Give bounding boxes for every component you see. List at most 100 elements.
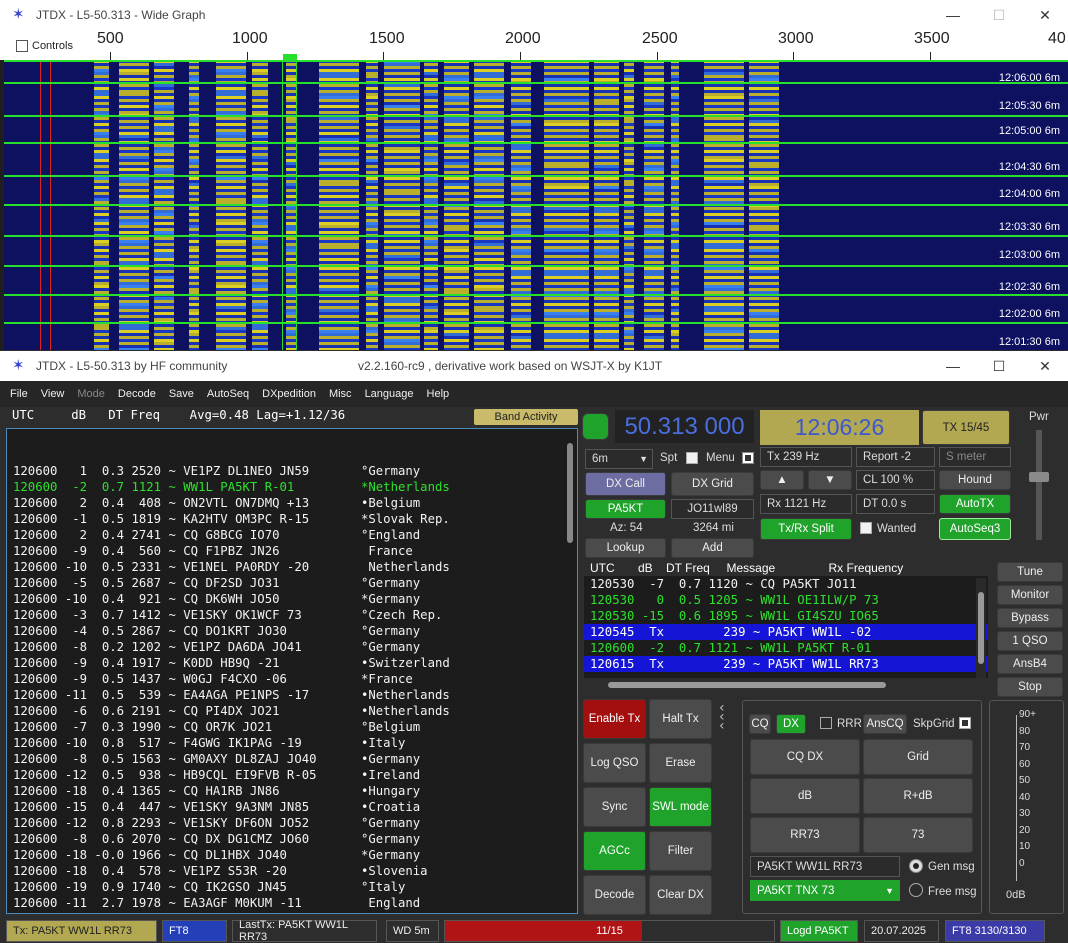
menu-checkbox[interactable] <box>742 452 754 464</box>
monitor-button[interactable]: Monitor <box>997 585 1063 605</box>
decode-row[interactable]: 120600 -9 0.4 560 ~ CQ F1PBZ JN26 France <box>13 543 577 559</box>
enable-tx-button[interactable]: Enable Tx <box>583 699 646 739</box>
menu-dxpedition[interactable]: DXpedition <box>262 388 316 400</box>
menu-misc[interactable]: Misc <box>329 388 352 400</box>
rx-row[interactable]: 120600 -2 0.7 1121 ~ WW1L PA5KT R-01 <box>590 640 988 656</box>
gen-msg-field[interactable]: PA5KT WW1L RR73 <box>750 856 900 877</box>
rr73-button[interactable]: RR73 <box>750 817 860 853</box>
tune-button[interactable]: Tune <box>997 562 1063 582</box>
menu-language[interactable]: Language <box>365 388 414 400</box>
lookup-button[interactable]: Lookup <box>585 538 666 558</box>
rx-row[interactable]: 120530 0 0.5 1205 ~ WW1L OE1ILW/P 73 <box>590 592 988 608</box>
ansb4-button[interactable]: AnsB4 <box>997 654 1063 674</box>
db-button[interactable]: dB <box>750 778 860 814</box>
report-field[interactable]: Report -2 <box>856 447 935 467</box>
decode-row[interactable]: 120600 -8 0.6 2070 ~ CQ DX DG1CMZ JO60 °… <box>13 831 577 847</box>
cq-dx-button[interactable]: CQ DX <box>750 739 860 775</box>
rx-vertical-scrollbar[interactable] <box>976 578 986 678</box>
rx-frequency-list[interactable]: 120530 -7 0.7 1120 ~ CQ PA5KT JO11 120530… <box>584 576 988 678</box>
r-db-button[interactable]: R+dB <box>863 778 973 814</box>
stop-button[interactable]: Stop <box>997 677 1063 697</box>
cq-tab-button[interactable]: CQ <box>749 714 771 734</box>
menu-file[interactable]: File <box>10 388 28 400</box>
down-arrow-icon[interactable]: ▼ <box>808 470 852 490</box>
maximize-button[interactable]: ☐ <box>976 351 1022 381</box>
decode-row[interactable]: 120600 -4 0.5 2867 ~ CQ DO1KRT JO30 °Ger… <box>13 623 577 639</box>
decode-button[interactable]: Decode <box>583 875 646 915</box>
gen-msg-radio[interactable] <box>909 859 923 873</box>
erase-button[interactable]: Erase <box>649 743 712 783</box>
up-arrow-icon[interactable]: ▲ <box>760 470 804 490</box>
decode-row[interactable]: 120600 -9 0.5 1437 ~ W0GJ F4CXO -06 *Fra… <box>13 671 577 687</box>
clear-dx-button[interactable]: Clear DX <box>649 875 712 915</box>
menu-save[interactable]: Save <box>169 388 194 400</box>
menu-mode[interactable]: Mode <box>77 388 105 400</box>
skpgrid-checkbox[interactable] <box>959 717 971 729</box>
decode-row[interactable]: 120600 -10 0.4 921 ~ CQ DK6WH JO50 *Germ… <box>13 591 577 607</box>
filter-button[interactable]: Filter <box>649 831 712 871</box>
rx-row[interactable]: 120615 Tx 239 ~ PA5KT WW1L RR73 <box>584 656 988 672</box>
decode-row[interactable]: 120600 -12 0.5 938 ~ HB9CQL EI9FVB R-05 … <box>13 767 577 783</box>
hound-button[interactable]: Hound <box>939 470 1011 490</box>
decode-row[interactable]: 120600 -15 0.4 447 ~ VE1SKY 9A3NM JN85 •… <box>13 799 577 815</box>
minimize-button[interactable]: — <box>930 351 976 381</box>
maximize-button[interactable]: ☐ <box>976 0 1022 30</box>
rx-horizontal-scrollbar[interactable] <box>590 680 972 690</box>
vertical-scrollbar[interactable] <box>565 431 575 911</box>
dx-tab-button[interactable]: DX <box>776 714 806 734</box>
free-msg-select[interactable]: PA5KT TNX 73 ▼ <box>750 880 900 901</box>
rx-row[interactable]: 120545 Tx 239 ~ PA5KT WW1L -02 <box>584 624 988 640</box>
tx-rx-split-button[interactable]: Tx/Rx Split <box>760 518 852 540</box>
band-activity-list[interactable]: 120600 1 0.3 2520 ~ VE1PZ DL1NEO JN59 °G… <box>6 428 578 914</box>
decode-row[interactable]: 120600 -18 0.4 1365 ~ CQ HA1RB JN86 •Hun… <box>13 783 577 799</box>
halt-tx-button[interactable]: Halt Tx <box>649 699 712 739</box>
dt-field[interactable]: DT 0.0 s <box>856 494 935 514</box>
menu-autoseq[interactable]: AutoSeq <box>207 388 249 400</box>
rx-frequency-field[interactable]: Rx 1121 Hz <box>760 494 852 514</box>
wanted-checkbox[interactable] <box>860 522 872 534</box>
decode-row[interactable]: 120600 -6 0.6 2191 ~ CQ PI4DX JO21 •Neth… <box>13 703 577 719</box>
bypass-button[interactable]: Bypass <box>997 608 1063 628</box>
menu-view[interactable]: View <box>41 388 65 400</box>
rx-row[interactable]: 120530 -15 0.6 1895 ~ WW1L GI4SZU IO65 <box>590 608 988 624</box>
grid-button[interactable]: Grid <box>863 739 973 775</box>
log-qso-button[interactable]: Log QSO <box>583 743 646 783</box>
close-button[interactable]: ✕ <box>1022 0 1068 30</box>
73-button[interactable]: 73 <box>863 817 973 853</box>
decode-row[interactable]: 120600 -8 0.2 1202 ~ VE1PZ DA6DA JO41 °G… <box>13 639 577 655</box>
decode-row[interactable]: 120600 -2 0.7 1121 ~ WW1L PA5KT R-01 *Ne… <box>13 479 577 495</box>
swl-mode-button[interactable]: SWL mode <box>649 787 712 827</box>
menu-help[interactable]: Help <box>427 388 450 400</box>
tab-chevrons-icon[interactable]: ‹ ‹ ‹ <box>719 701 741 736</box>
decode-row[interactable]: 120600 -3 0.7 1412 ~ VE1SKY OK1WCF 73 °C… <box>13 607 577 623</box>
dx-call-button[interactable]: DX Call <box>585 472 666 496</box>
decode-row[interactable]: 120600 -11 0.5 539 ~ EA4AGA PE1NPS -17 •… <box>13 687 577 703</box>
decode-row[interactable]: 120600 -18 -0.0 1966 ~ CQ DL1HBX JO40 *G… <box>13 847 577 863</box>
decode-row[interactable]: 120600 -9 0.4 1917 ~ K0DD HB9Q -21 •Swit… <box>13 655 577 671</box>
band-select[interactable]: 6m ▼ <box>585 449 653 469</box>
sync-button[interactable]: Sync <box>583 787 646 827</box>
decode-row[interactable]: 120600 2 0.4 2741 ~ CQ G8BCG IO70 °Engla… <box>13 527 577 543</box>
decode-row[interactable]: 120600 1 0.3 2520 ~ VE1PZ DL1NEO JN59 °G… <box>13 463 577 479</box>
autoseq3-button[interactable]: AutoSeq3 <box>939 518 1011 540</box>
dial-frequency[interactable]: 50.313 000 <box>615 410 754 443</box>
spt-checkbox[interactable] <box>686 452 698 464</box>
minimize-button[interactable]: — <box>930 0 976 30</box>
dx-call-field[interactable]: PA5KT <box>585 499 666 519</box>
frequency-scale[interactable]: Controls 500 1000 1500 2000 2500 3000 35… <box>0 30 1068 60</box>
decode-row[interactable]: 120600 -10 0.5 2331 ~ VE1NEL PA0RDY -20 … <box>13 559 577 575</box>
dx-grid-field[interactable]: JO11wl89 <box>671 499 754 519</box>
free-msg-radio[interactable] <box>909 883 923 897</box>
tx-frequency-field[interactable]: Tx 239 Hz <box>760 447 852 467</box>
controls-checkbox[interactable] <box>16 40 28 52</box>
decode-row[interactable]: 120600 -12 0.8 2293 ~ VE1SKY DF6ON JO52 … <box>13 815 577 831</box>
add-button[interactable]: Add <box>671 538 754 558</box>
cl-field[interactable]: CL 100 % <box>856 470 935 490</box>
agcc-button[interactable]: AGCc <box>583 831 646 871</box>
power-slider-handle[interactable] <box>1029 472 1049 482</box>
controls-toggle[interactable]: Controls <box>16 40 73 52</box>
decode-row[interactable]: 120600 -1 0.5 1819 ~ KA2HTV OM3PC R-15 *… <box>13 511 577 527</box>
decode-row[interactable]: 120600 -16 0.3 1637 ~ VE1PZ HA0NAR -08 *… <box>13 911 577 913</box>
decode-row[interactable]: 120600 2 0.4 408 ~ ON2VTL ON7DMQ +13 •Be… <box>13 495 577 511</box>
decode-row[interactable]: 120600 -19 0.9 1740 ~ CQ IK2GSO JN45 °It… <box>13 879 577 895</box>
